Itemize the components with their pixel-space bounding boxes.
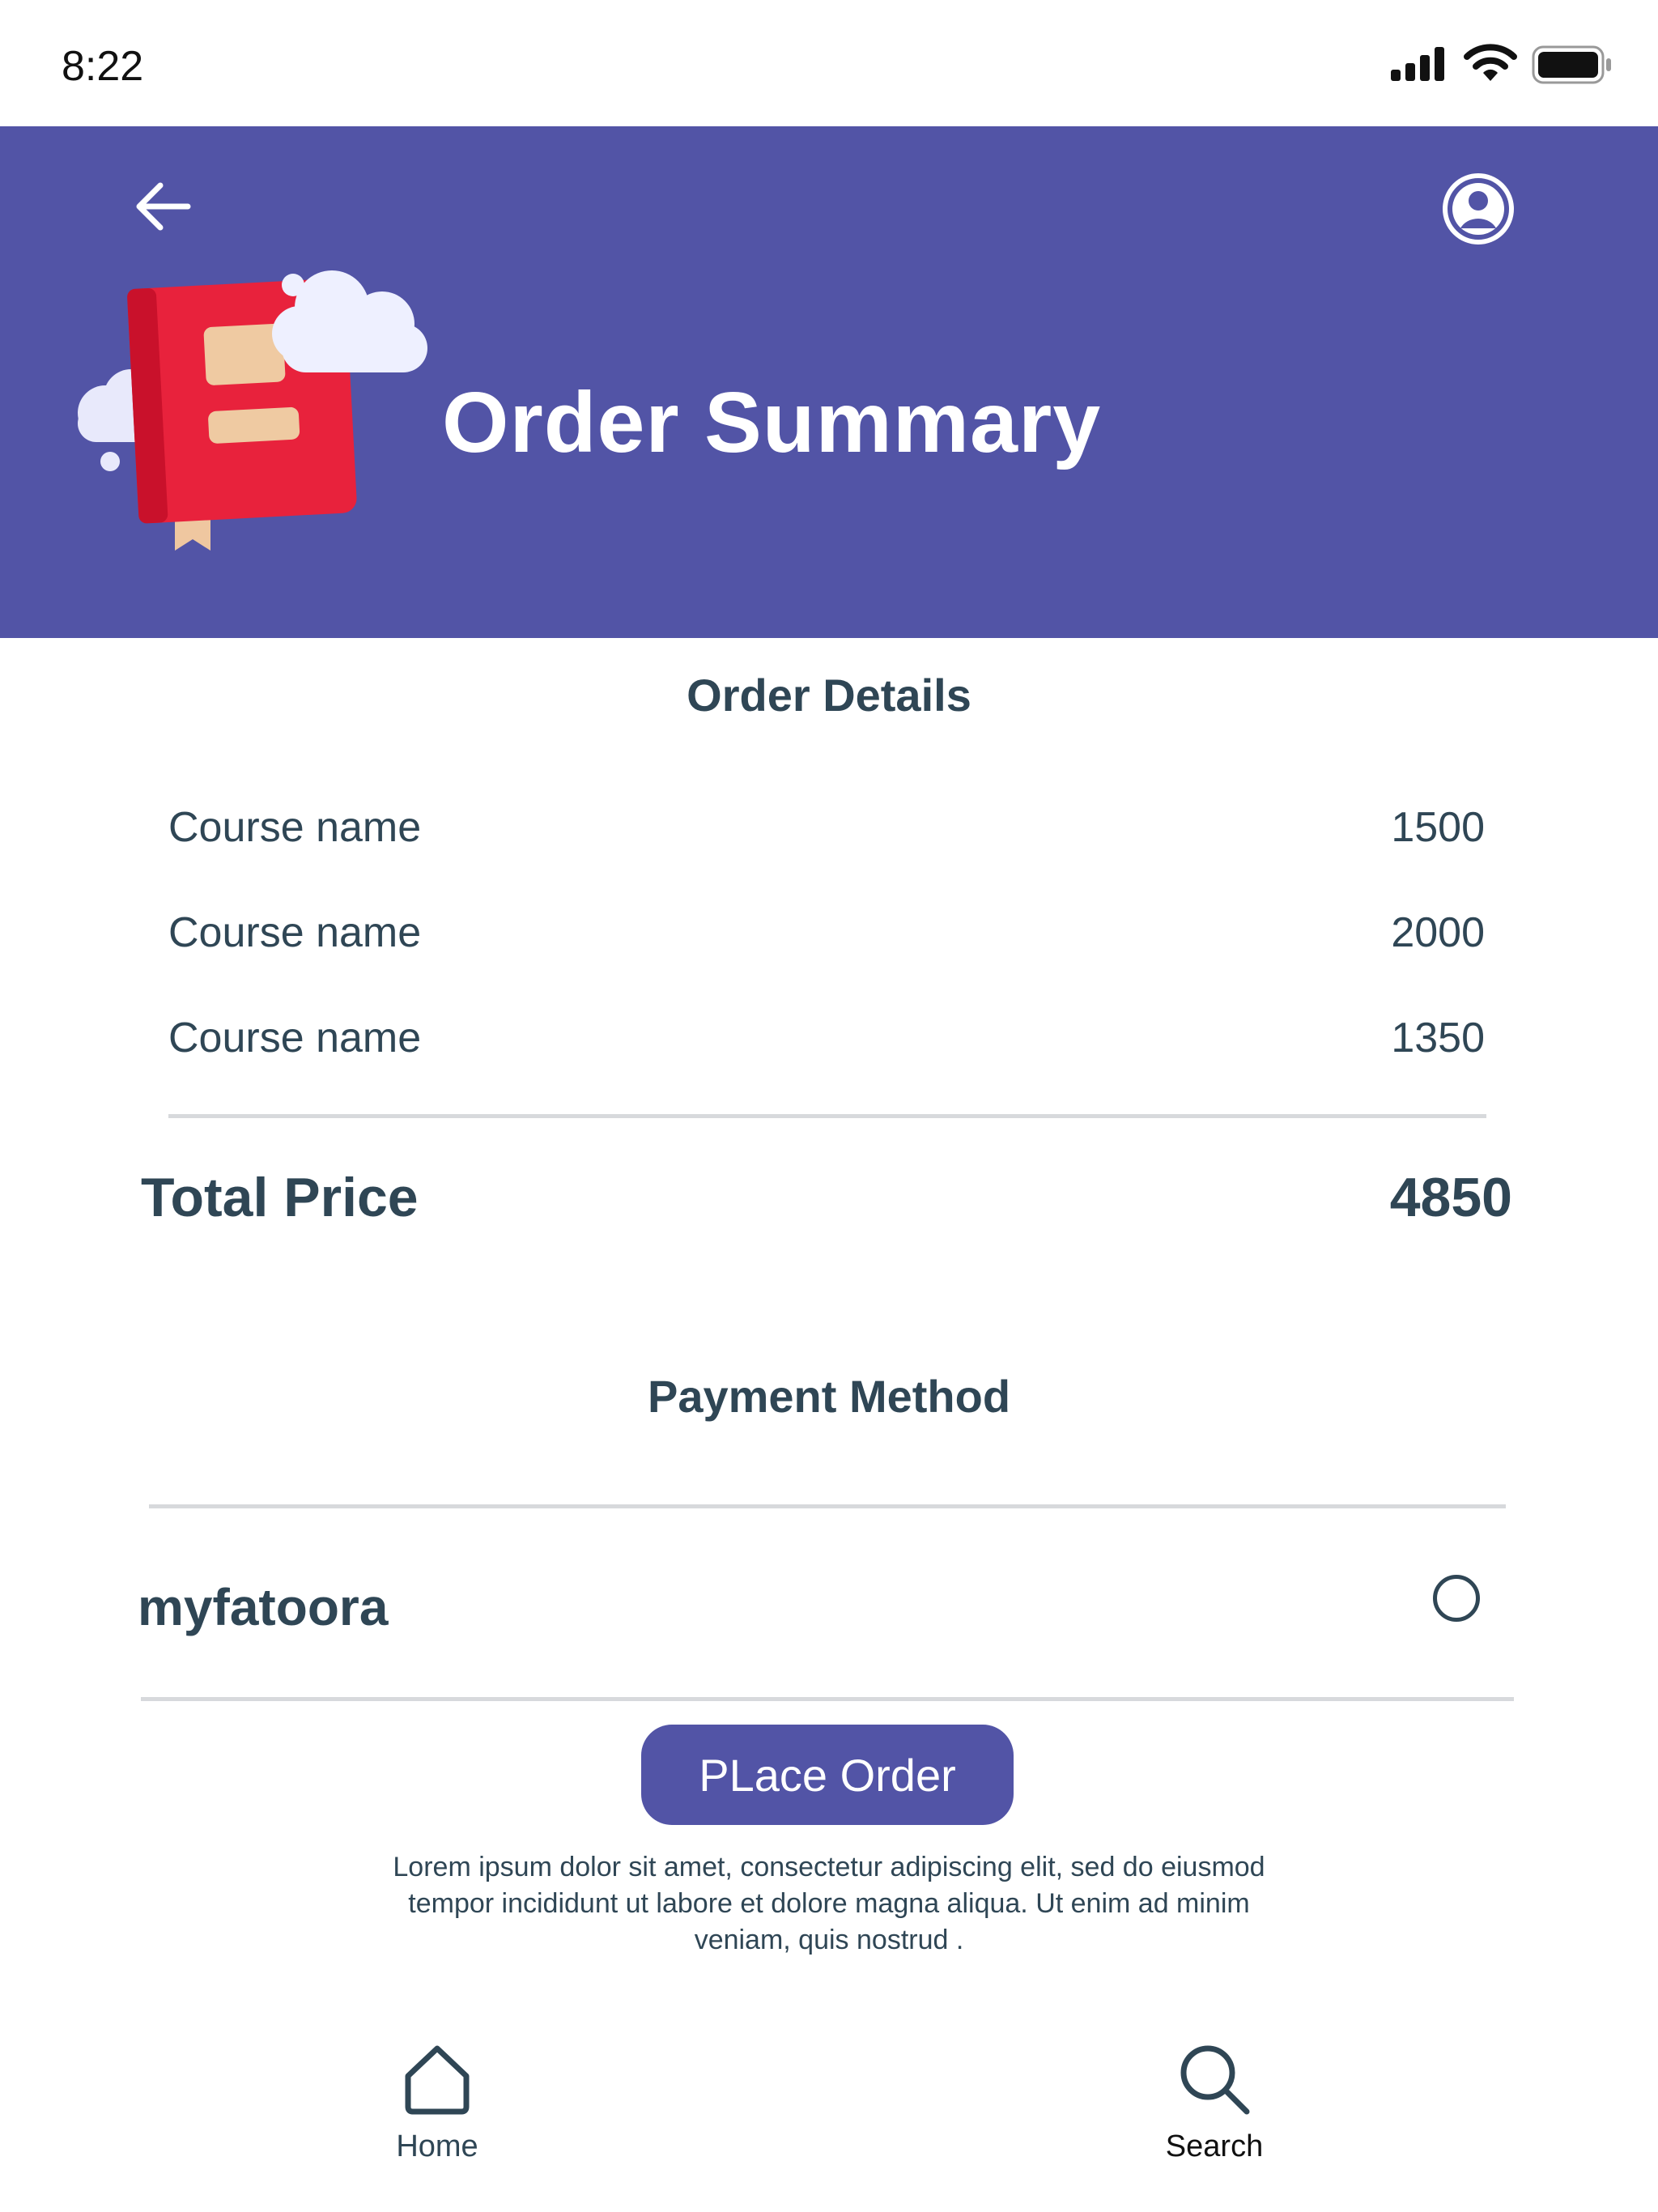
payment-method-heading: Payment Method: [647, 1371, 1011, 1422]
payment-option-radio[interactable]: [1433, 1575, 1480, 1622]
total-price-label: Total Price: [141, 1167, 419, 1228]
cellular-signal-icon: [1391, 45, 1449, 85]
battery-icon: [1532, 45, 1613, 88]
nav-home[interactable]: Home: [356, 2040, 518, 2164]
order-item-price: 2000: [1391, 909, 1485, 956]
status-time: 8:22: [62, 43, 144, 90]
nav-home-label: Home: [396, 2129, 478, 2163]
order-item-name: Course name: [168, 909, 422, 956]
place-order-button[interactable]: PLace Order: [641, 1725, 1014, 1825]
nav-search-label: Search: [1165, 2129, 1264, 2163]
order-details-heading: Order Details: [687, 670, 971, 721]
order-item-price: 1500: [1391, 804, 1485, 851]
order-item-name: Course name: [168, 804, 422, 851]
user-avatar-icon: [1443, 173, 1514, 245]
back-button[interactable]: [130, 178, 194, 235]
total-divider: [168, 1114, 1486, 1118]
profile-button[interactable]: [1441, 172, 1516, 246]
nav-search[interactable]: Search: [1133, 2040, 1295, 2164]
search-icon: [1180, 2045, 1250, 2115]
arrow-left-icon: [136, 182, 191, 231]
order-item-price: 1350: [1391, 1015, 1485, 1061]
payment-divider-top: [149, 1504, 1506, 1508]
book-illustration: [65, 259, 466, 563]
disclaimer-text: Lorem ipsum dolor sit amet, consectetur …: [393, 1852, 1265, 1955]
total-price-value: 4850: [1389, 1167, 1512, 1228]
order-item-name: Course name: [168, 1015, 422, 1061]
page-title: Order Summary: [442, 375, 1102, 470]
wifi-icon: [1464, 42, 1517, 87]
payment-divider-bottom: [141, 1697, 1514, 1701]
home-icon: [405, 2045, 470, 2115]
payment-option-label[interactable]: myfatoora: [138, 1577, 388, 1637]
